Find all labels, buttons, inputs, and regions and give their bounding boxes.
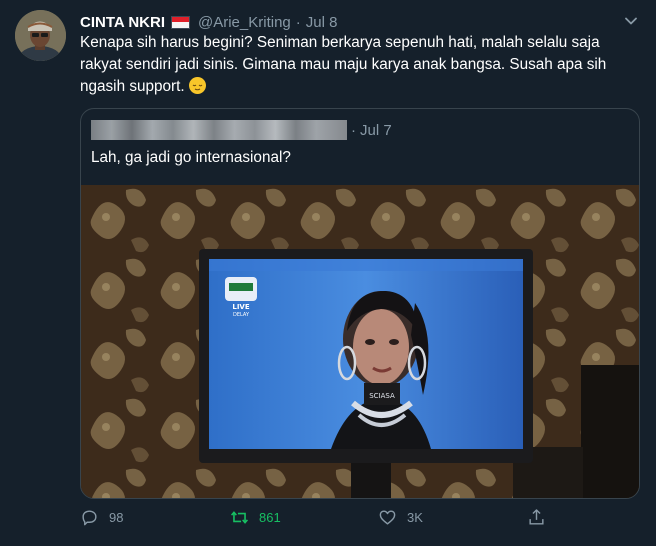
tv-delay-label: DELAY [233,312,250,318]
relieved-face-emoji [188,77,206,94]
chevron-down-icon[interactable] [624,14,638,28]
retweet-icon [230,511,249,524]
retweet-button[interactable]: 861 [230,508,281,527]
heart-icon [379,510,396,525]
blurred-username [91,120,347,140]
quoted-text: Lah, ga jadi go internasional? [91,149,291,166]
indonesia-flag-icon [171,15,190,29]
tweet-actions: 98 861 3K [0,508,656,534]
like-count: 3K [407,510,423,525]
quoted-tweet[interactable]: · Jul 7 Lah, ga jadi go internasional? S… [80,108,640,499]
tweet[interactable]: CINTA NKRI @Arie_Kriting · Jul 8 Kenapa … [0,0,656,546]
reply-button[interactable]: 98 [80,508,123,527]
reply-count: 98 [109,510,124,525]
quoted-photo[interactable]: SCIASA LIVE DELAY [81,185,639,498]
shirt-text: SCIASA [369,392,395,400]
display-name[interactable]: CINTA NKRI [80,14,165,31]
separator-dot: · [295,13,301,31]
tv-live-label: LIVE [232,303,249,311]
tv-photo: SCIASA LIVE DELAY [81,185,639,498]
tweet-header: CINTA NKRI @Arie_Kriting · Jul 8 [80,11,337,33]
avatar-image [15,10,66,61]
share-button[interactable] [527,508,546,527]
quoted-date[interactable]: Jul 7 [360,122,392,139]
tweet-text: Kenapa sih harus begini? Seniman berkary… [80,32,640,98]
share-icon [529,509,544,525]
quoted-separator: · [351,121,356,139]
retweet-count: 861 [259,510,281,525]
avatar[interactable] [15,10,66,61]
tweet-text-content: Kenapa sih harus begini? Seniman berkary… [80,34,607,95]
like-button[interactable]: 3K [378,508,423,527]
tweet-date[interactable]: Jul 8 [306,14,338,31]
reply-icon [82,510,97,526]
quoted-header: · Jul 7 [91,119,392,141]
user-handle[interactable]: @Arie_Kriting [198,14,291,31]
